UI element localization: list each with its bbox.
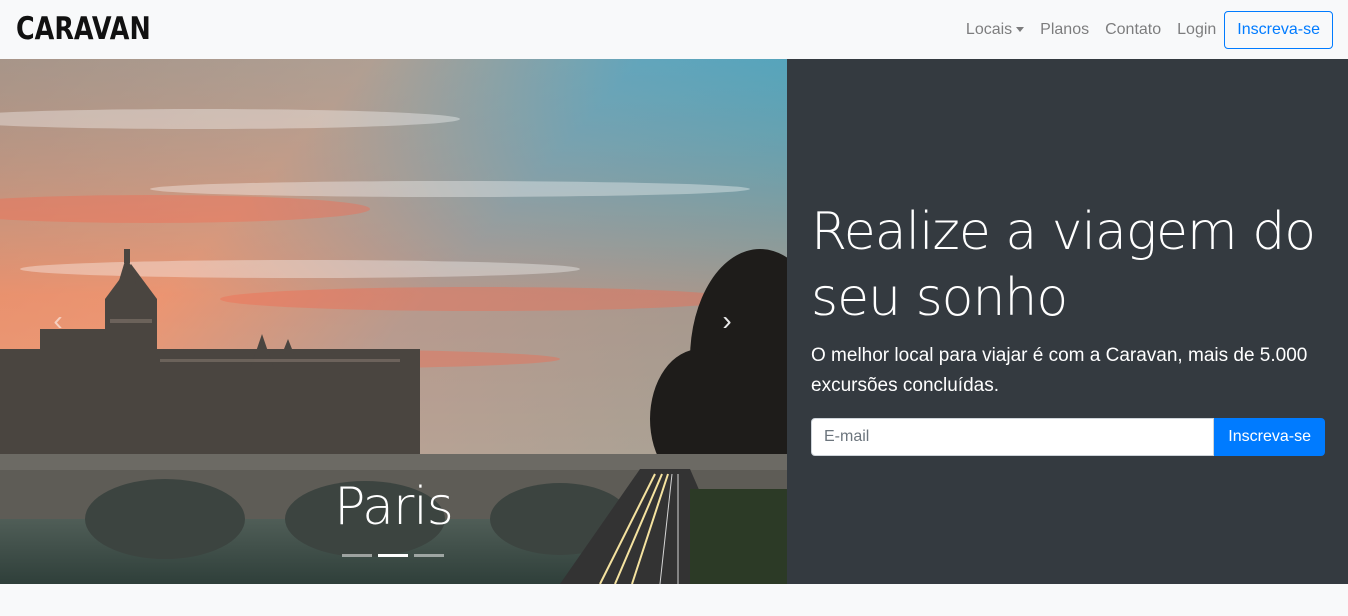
- carousel-caption: Paris: [334, 477, 454, 537]
- nav-link-planos[interactable]: Planos: [1032, 21, 1097, 39]
- caret-down-icon: [1016, 27, 1025, 32]
- nav-link-login[interactable]: Login: [1169, 21, 1224, 39]
- brand-logo[interactable]: CARAVAN: [16, 14, 151, 45]
- nav-link-locais[interactable]: Locais: [958, 21, 1032, 39]
- carousel-prev-button[interactable]: ‹: [48, 307, 68, 335]
- carousel-indicator[interactable]: [414, 554, 444, 557]
- carousel-indicators: [342, 554, 444, 557]
- signup-submit-button[interactable]: Inscreva-se: [1214, 418, 1325, 456]
- chevron-left-icon: ‹: [53, 305, 63, 336]
- carousel-next-button[interactable]: ›: [717, 307, 737, 335]
- nav-link-contato[interactable]: Contato: [1097, 21, 1169, 39]
- email-field[interactable]: [811, 418, 1215, 456]
- hero-section: ‹ › Paris Realize a viagem do seu sonho …: [0, 59, 1348, 584]
- signup-form: Inscreva-se: [811, 418, 1325, 456]
- navbar: CARAVAN Locais Planos Contato Login Insc…: [0, 0, 1348, 59]
- hero-headline: Realize a viagem do seu sonho: [811, 202, 1316, 328]
- chevron-right-icon: ›: [722, 305, 732, 336]
- hero-lead: O melhor local para viajar é com a Carav…: [811, 345, 1308, 396]
- signup-button[interactable]: Inscreva-se: [1224, 10, 1333, 49]
- nav-links: Locais Planos Contato Login Inscreva-se: [958, 10, 1333, 49]
- carousel: ‹ › Paris: [0, 59, 787, 584]
- nav-link-label: Locais: [965, 20, 1013, 38]
- carousel-indicator-active[interactable]: [378, 554, 408, 557]
- signup-panel: Realize a viagem do seu sonho O melhor l…: [787, 59, 1348, 584]
- carousel-indicator[interactable]: [342, 554, 372, 557]
